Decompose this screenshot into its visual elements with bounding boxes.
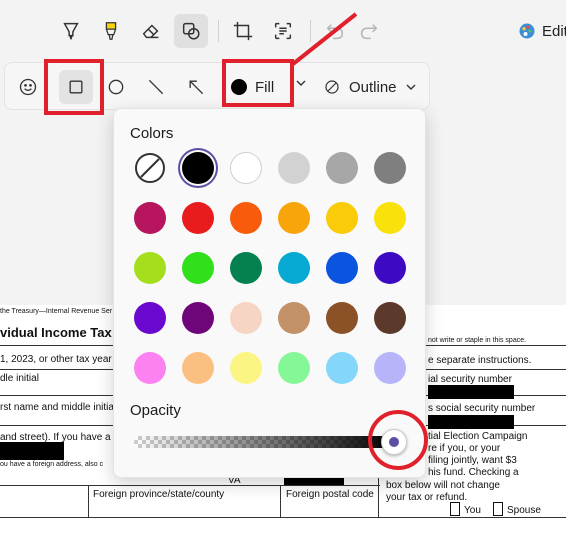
eraser-icon[interactable] xyxy=(134,14,168,48)
screenshot: the Treasury—Internal Revenue Ser vidual… xyxy=(0,0,566,549)
emoji-icon[interactable] xyxy=(11,70,45,104)
doc-text: tial Election Campaign xyxy=(428,431,528,442)
color-swatch[interactable] xyxy=(326,202,358,234)
color-swatch[interactable] xyxy=(278,252,310,284)
color-swatch[interactable] xyxy=(278,302,310,334)
circle-icon[interactable] xyxy=(99,70,133,104)
doc-text: e separate instructions. xyxy=(428,355,532,366)
redaction-bar xyxy=(428,415,514,429)
color-swatch[interactable] xyxy=(182,152,214,184)
color-swatch[interactable] xyxy=(326,352,358,384)
doc-text: ial security number xyxy=(428,374,512,385)
redo-icon[interactable] xyxy=(352,14,386,48)
highlighter-icon[interactable] xyxy=(94,14,128,48)
annotation-box-fill xyxy=(222,59,294,107)
doc-text: Foreign province/state/county xyxy=(93,489,225,500)
doc-text: the Treasury—Internal Revenue Ser xyxy=(0,308,113,315)
doc-text: box below will not change xyxy=(386,480,500,491)
doc-text: Spouse xyxy=(507,505,541,516)
doc-text: You xyxy=(464,505,481,516)
doc-text: re if you, or your xyxy=(428,443,501,454)
chevron-down-icon[interactable] xyxy=(295,77,307,89)
text-recognition-icon[interactable] xyxy=(266,14,300,48)
pen-icon[interactable] xyxy=(54,14,88,48)
color-swatch[interactable] xyxy=(326,152,358,184)
color-swatch[interactable] xyxy=(278,152,310,184)
colors-heading: Colors xyxy=(130,125,174,142)
doc-text: ou have a foreign address, also c xyxy=(0,461,104,468)
color-swatch[interactable] xyxy=(230,252,262,284)
color-swatch[interactable] xyxy=(278,202,310,234)
color-swatch[interactable] xyxy=(182,352,214,384)
color-swatch-grid xyxy=(134,152,414,384)
you-checkbox[interactable] xyxy=(450,502,460,516)
top-toolbar: Edit xyxy=(0,0,566,60)
doc-text: 1, 2023, or other tax year b xyxy=(0,354,121,365)
chevron-down-icon xyxy=(406,84,416,90)
opacity-heading: Opacity xyxy=(130,402,181,419)
color-swatch[interactable] xyxy=(230,152,262,184)
no-outline-icon xyxy=(325,80,339,94)
edit-in-app-button[interactable]: Edit xyxy=(518,22,566,40)
outline-label: Outline xyxy=(349,78,397,96)
color-swatch[interactable] xyxy=(374,352,406,384)
doc-text: filing jointly, want $3 xyxy=(428,455,517,466)
color-swatch[interactable] xyxy=(326,302,358,334)
line-icon[interactable] xyxy=(139,70,173,104)
color-swatch[interactable] xyxy=(374,252,406,284)
redaction-bar xyxy=(0,442,64,460)
color-swatch[interactable] xyxy=(374,152,406,184)
paint-palette-icon xyxy=(519,23,535,39)
color-swatch[interactable] xyxy=(134,352,166,384)
color-swatch[interactable] xyxy=(182,302,214,334)
edit-label: Edit xyxy=(542,22,566,40)
opacity-slider-track[interactable] xyxy=(134,436,394,448)
doc-text: not write or staple in this space. xyxy=(428,337,527,344)
color-swatch[interactable] xyxy=(326,252,358,284)
color-swatch[interactable] xyxy=(134,302,166,334)
spouse-checkbox[interactable] xyxy=(493,502,503,516)
color-swatch[interactable] xyxy=(374,302,406,334)
doc-text: Foreign postal code xyxy=(286,489,374,500)
color-swatch[interactable] xyxy=(230,202,262,234)
doc-text: rst name and middle initial xyxy=(0,402,117,413)
arrow-icon[interactable] xyxy=(179,70,213,104)
color-swatch[interactable] xyxy=(182,252,214,284)
redaction-bar xyxy=(428,385,514,399)
undo-icon[interactable] xyxy=(318,14,352,48)
color-swatch[interactable] xyxy=(230,302,262,334)
doc-text: s social security number xyxy=(428,403,536,414)
crop-icon[interactable] xyxy=(226,14,260,48)
doc-text: his fund. Checking a xyxy=(428,467,519,478)
color-swatch[interactable] xyxy=(278,352,310,384)
doc-title: vidual Income Tax R xyxy=(0,325,125,340)
color-swatch[interactable] xyxy=(134,202,166,234)
color-swatch[interactable] xyxy=(182,202,214,234)
color-swatch[interactable] xyxy=(134,252,166,284)
color-swatch[interactable] xyxy=(230,352,262,384)
annotation-circle-opacity xyxy=(368,410,428,470)
color-swatch[interactable] xyxy=(374,202,406,234)
doc-text: dle initial xyxy=(0,373,39,384)
annotation-box-rectangle-tool xyxy=(44,59,104,115)
outline-button[interactable]: Outline xyxy=(323,71,417,103)
no-color-icon[interactable] xyxy=(134,152,166,184)
redaction-bar xyxy=(284,477,344,485)
shapes-icon[interactable] xyxy=(174,14,208,48)
